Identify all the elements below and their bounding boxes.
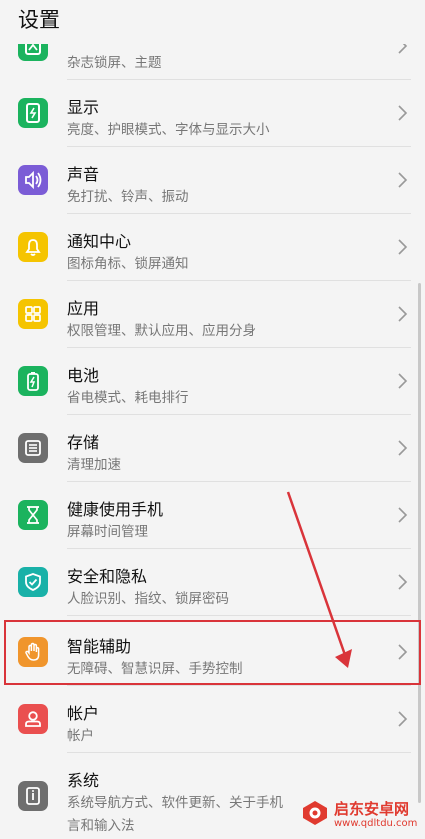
settings-item-subtitle: 杂志锁屏、主题 xyxy=(67,55,162,71)
chevron-right-icon xyxy=(398,373,408,389)
settings-item-sound[interactable]: 声音 免打扰、铃声、振动 xyxy=(0,147,425,214)
settings-item-subtitle: 图标角标、锁屏通知 xyxy=(67,256,189,272)
chevron-right-icon xyxy=(398,306,408,322)
hourglass-icon xyxy=(18,500,48,530)
chevron-right-icon xyxy=(398,105,408,121)
settings-item-display[interactable]: 显示 亮度、护眼模式、字体与显示大小 xyxy=(0,80,425,147)
settings-item-notifications[interactable]: 通知中心 图标角标、锁屏通知 xyxy=(0,214,425,281)
settings-item-storage[interactable]: 存储 清理加速 xyxy=(0,415,425,482)
account-icon xyxy=(18,704,48,734)
system-icon xyxy=(18,781,48,811)
battery-icon xyxy=(18,366,48,396)
chevron-right-icon xyxy=(398,711,408,727)
settings-item-subtitle: 省电模式、耗电排行 xyxy=(67,390,189,406)
display-icon xyxy=(18,98,48,128)
shield-icon xyxy=(18,567,48,597)
settings-item-subtitle: 人脸识别、指纹、锁屏密码 xyxy=(67,591,229,607)
header: 设置 xyxy=(0,0,425,44)
chevron-right-icon xyxy=(398,507,408,523)
sound-icon xyxy=(18,165,48,195)
settings-item-label: 显示 xyxy=(67,98,100,117)
settings-item-label: 电池 xyxy=(67,366,100,385)
settings-screen: 杂志锁屏、主题 显示 亮度、护眼模式、字体与显示大小 声音 免打扰、铃声、振动 xyxy=(0,0,425,839)
settings-item-subtitle: 亮度、护眼模式、字体与显示大小 xyxy=(67,122,270,138)
settings-item-label: 帐户 xyxy=(67,704,100,723)
settings-item-label: 应用 xyxy=(67,299,100,318)
page-title: 设置 xyxy=(18,8,60,32)
settings-item-label: 健康使用手机 xyxy=(67,500,164,519)
watermark: 启东安卓网 www.qdltdu.com xyxy=(300,796,425,836)
settings-item-battery[interactable]: 电池 省电模式、耗电排行 xyxy=(0,348,425,415)
scrollbar[interactable] xyxy=(418,283,421,803)
settings-item-label: 安全和隐私 xyxy=(67,567,148,586)
chevron-right-icon xyxy=(398,239,408,255)
settings-item-label: 存储 xyxy=(67,433,100,452)
settings-item-account[interactable]: 帐户 帐户 xyxy=(0,686,425,753)
settings-item-subtitle: 免打扰、铃声、振动 xyxy=(67,189,189,205)
settings-item-apps[interactable]: 应用 权限管理、默认应用、应用分身 xyxy=(0,281,425,348)
apps-icon xyxy=(18,299,48,329)
watermark-logo-icon xyxy=(303,801,327,825)
highlight-box xyxy=(4,620,421,685)
watermark-url: www.qdltdu.com xyxy=(334,818,418,829)
settings-list: 杂志锁屏、主题 显示 亮度、护眼模式、字体与显示大小 声音 免打扰、铃声、振动 xyxy=(0,0,425,839)
settings-item-digital-wellbeing[interactable]: 健康使用手机 屏幕时间管理 xyxy=(0,482,425,549)
divider xyxy=(67,615,411,616)
chevron-right-icon xyxy=(398,574,408,590)
watermark-name: 启东安卓网 xyxy=(334,800,410,818)
settings-item-subtitle: 帐户 xyxy=(67,728,94,744)
settings-item-security[interactable]: 安全和隐私 人脸识别、指纹、锁屏密码 xyxy=(0,549,425,616)
storage-icon xyxy=(18,433,48,463)
settings-item-subtitle: 屏幕时间管理 xyxy=(67,524,148,540)
settings-item-label: 通知中心 xyxy=(67,232,132,251)
chevron-right-icon xyxy=(398,440,408,456)
chevron-right-icon xyxy=(398,172,408,188)
settings-item-subtitle: 权限管理、默认应用、应用分身 xyxy=(67,323,256,339)
bell-icon xyxy=(18,232,48,262)
settings-item-subtitle: 清理加速 xyxy=(67,457,121,473)
settings-item-subtitle-line2: 言和输入法 xyxy=(67,818,135,834)
settings-item-subtitle: 系统导航方式、软件更新、关于手机 xyxy=(67,795,283,811)
settings-item-label: 声音 xyxy=(67,165,100,184)
settings-item-label: 系统 xyxy=(67,771,100,790)
